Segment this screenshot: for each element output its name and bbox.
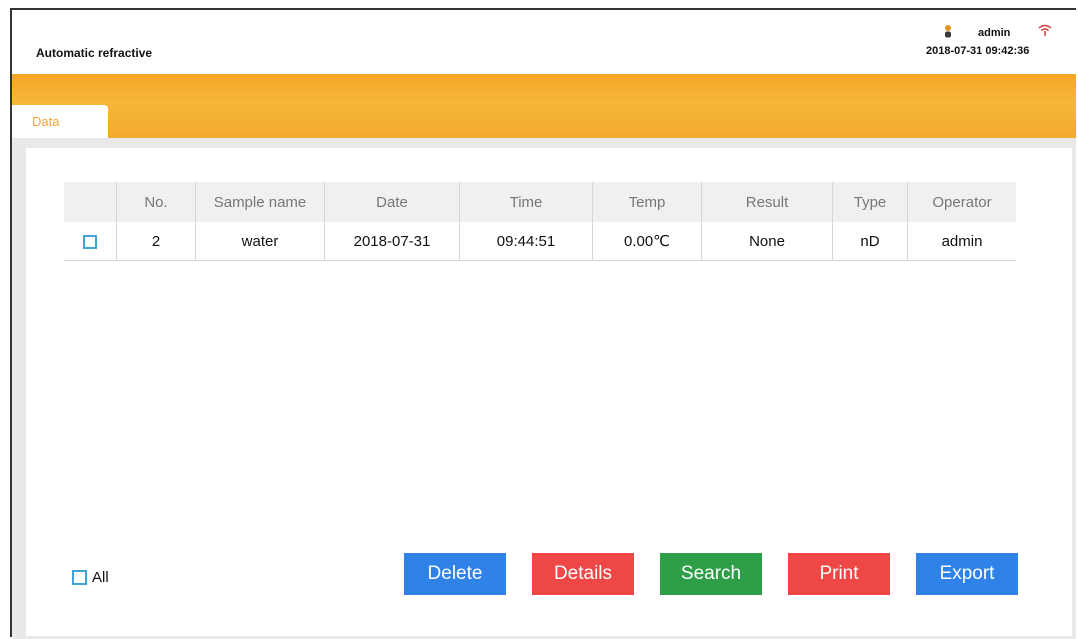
column-header-temp[interactable]: Temp bbox=[592, 182, 702, 222]
cell-result: None bbox=[701, 222, 833, 261]
user-status: admin 2018-07-31 09:42:36 bbox=[902, 24, 1052, 64]
row-checkbox[interactable] bbox=[83, 234, 97, 249]
column-header-type[interactable]: Type bbox=[832, 182, 908, 222]
cell-time: 09:44:51 bbox=[459, 222, 593, 261]
row-select-cell bbox=[64, 222, 117, 261]
export-button[interactable]: Export bbox=[916, 553, 1018, 595]
cell-type: nD bbox=[832, 222, 908, 261]
current-datetime: 2018-07-31 09:42:36 bbox=[926, 45, 1030, 57]
cell-sample-name: water bbox=[195, 222, 325, 261]
username: admin bbox=[978, 27, 1011, 39]
content-area: No. Sample name Date Time Temp Result Ty… bbox=[12, 138, 1076, 639]
app-window: Automatic refractive admin 2018-07-31 09… bbox=[10, 8, 1076, 639]
data-panel: No. Sample name Date Time Temp Result Ty… bbox=[26, 148, 1072, 636]
cell-no: 2 bbox=[116, 222, 196, 261]
select-all-label: All bbox=[92, 569, 109, 586]
header-bar: Automatic refractive admin 2018-07-31 09… bbox=[12, 10, 1076, 74]
person-icon bbox=[945, 25, 951, 38]
column-header-no[interactable]: No. bbox=[116, 182, 196, 222]
column-header-date[interactable]: Date bbox=[324, 182, 460, 222]
column-header-select bbox=[64, 182, 117, 222]
search-button[interactable]: Search bbox=[660, 553, 762, 595]
table-header-row: No. Sample name Date Time Temp Result Ty… bbox=[64, 182, 1016, 222]
table-row[interactable]: 2 water 2018-07-31 09:44:51 0.00℃ None n… bbox=[64, 222, 1016, 261]
wifi-icon bbox=[1038, 24, 1052, 36]
cell-operator: admin bbox=[907, 222, 1016, 261]
data-table: No. Sample name Date Time Temp Result Ty… bbox=[64, 182, 1016, 261]
cell-temp: 0.00℃ bbox=[592, 222, 702, 261]
column-header-time[interactable]: Time bbox=[459, 182, 593, 222]
print-button[interactable]: Print bbox=[788, 553, 890, 595]
select-all-checkbox[interactable] bbox=[72, 570, 87, 585]
column-header-result[interactable]: Result bbox=[701, 182, 833, 222]
cell-date: 2018-07-31 bbox=[324, 222, 460, 261]
column-header-operator[interactable]: Operator bbox=[907, 182, 1016, 222]
column-header-sample-name[interactable]: Sample name bbox=[195, 182, 325, 222]
delete-button[interactable]: Delete bbox=[404, 553, 506, 595]
app-title: Automatic refractive bbox=[36, 46, 153, 60]
select-all[interactable]: All bbox=[72, 569, 109, 586]
tab-bar: Data bbox=[12, 74, 1076, 138]
details-button[interactable]: Details bbox=[532, 553, 634, 595]
tab-data[interactable]: Data bbox=[12, 105, 108, 138]
